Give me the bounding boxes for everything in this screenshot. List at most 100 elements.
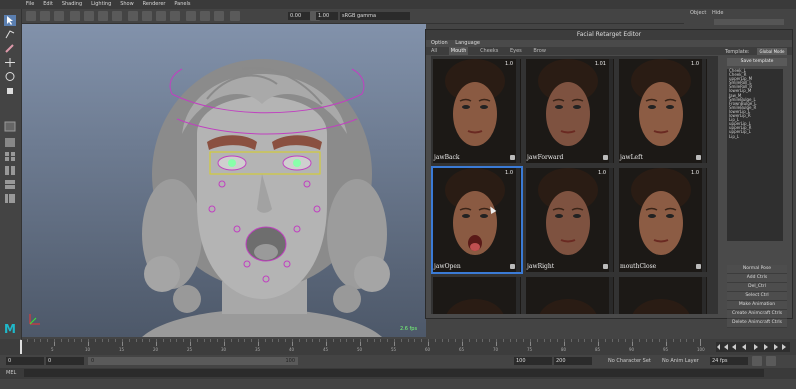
cell-scrollbar[interactable] bbox=[516, 59, 520, 163]
tab-cheeks[interactable]: Cheeks bbox=[480, 47, 498, 55]
max-time-field[interactable]: 200 bbox=[554, 357, 592, 365]
fps-select[interactable]: 24 fps bbox=[710, 357, 748, 365]
tab-mouth[interactable]: Mouth bbox=[448, 47, 469, 55]
add-ctrls-button[interactable]: Add Ctrls bbox=[727, 274, 787, 283]
menu-option[interactable]: Option bbox=[431, 40, 448, 46]
shape-cell[interactable]: 1.0 jawBack bbox=[433, 59, 521, 163]
apple-icon[interactable] bbox=[696, 264, 701, 269]
bookmark-icon[interactable] bbox=[54, 11, 64, 21]
apple-icon[interactable] bbox=[603, 264, 608, 269]
exposure-icon[interactable] bbox=[230, 11, 240, 21]
exposure-field[interactable]: 0.00 bbox=[288, 12, 310, 20]
character-set-select[interactable]: No Character Set bbox=[608, 358, 651, 364]
ambient-occlusion-icon[interactable] bbox=[142, 11, 152, 21]
smooth-shade-icon[interactable] bbox=[84, 11, 94, 21]
shape-cell[interactable]: 1.0 jawLeft bbox=[619, 59, 707, 163]
rotate-tool-icon[interactable] bbox=[4, 71, 16, 82]
playback-controls[interactable] bbox=[716, 342, 790, 352]
apple-icon[interactable] bbox=[510, 155, 515, 160]
timeline-minor-tick bbox=[632, 339, 633, 342]
move-tool-icon[interactable] bbox=[4, 57, 16, 68]
del-ctrl-button[interactable]: Del_Ctrl bbox=[727, 283, 787, 292]
delete-animcraft-ctrls-button[interactable]: Delete Animcraft Ctrls bbox=[727, 319, 787, 328]
template-select[interactable]: Global Mode bbox=[757, 48, 787, 55]
xray-joints-icon[interactable] bbox=[214, 11, 224, 21]
shadows-icon[interactable] bbox=[128, 11, 138, 21]
color-space-select[interactable]: sRGB gamma bbox=[340, 12, 410, 20]
lights-icon[interactable] bbox=[112, 11, 122, 21]
menu-language[interactable]: Language bbox=[455, 40, 480, 46]
select-ctrl-button[interactable]: Select Ctrl bbox=[727, 292, 787, 301]
four-view-icon[interactable] bbox=[4, 151, 16, 162]
menu-show[interactable]: Show bbox=[120, 0, 134, 9]
wireframe-icon[interactable] bbox=[70, 11, 80, 21]
camera-icon[interactable] bbox=[26, 11, 36, 21]
menu-shading[interactable]: Shading bbox=[62, 0, 82, 9]
textured-icon[interactable] bbox=[98, 11, 108, 21]
timeline-minor-tick bbox=[516, 339, 518, 342]
create-animcraft-ctrls-button[interactable]: Create Animcraft Ctrls bbox=[727, 310, 787, 319]
tab-object[interactable]: Object bbox=[690, 10, 706, 16]
shape-cell[interactable] bbox=[433, 277, 521, 314]
shape-cell[interactable] bbox=[526, 277, 614, 314]
start-time-field[interactable]: 0 bbox=[6, 357, 44, 365]
shape-cell[interactable]: 1.0 jawRight bbox=[526, 168, 614, 272]
shape-cell[interactable]: 1.01 jawForward bbox=[526, 59, 614, 163]
cell-scrollbar[interactable] bbox=[702, 277, 706, 314]
xray-icon[interactable] bbox=[200, 11, 210, 21]
outliner-icon[interactable] bbox=[4, 193, 16, 204]
last-tool-icon[interactable] bbox=[4, 121, 16, 132]
cell-scrollbar[interactable] bbox=[702, 168, 706, 272]
menu-file[interactable]: File bbox=[26, 0, 34, 9]
key-icon[interactable] bbox=[752, 356, 762, 366]
shape-cell[interactable] bbox=[619, 277, 707, 314]
scale-tool-icon[interactable] bbox=[4, 85, 16, 96]
motion-blur-icon[interactable] bbox=[156, 11, 166, 21]
select-tool-icon[interactable] bbox=[4, 15, 16, 26]
facial-retarget-editor: Facial Retarget Editor Option Language A… bbox=[425, 29, 793, 328]
shape-list-item[interactable]: Lip_L bbox=[727, 134, 783, 139]
cell-scrollbar[interactable] bbox=[516, 168, 520, 272]
menu-edit[interactable]: Edit bbox=[43, 0, 53, 9]
side-by-side-icon[interactable] bbox=[4, 165, 16, 176]
tab-brow[interactable]: Brow bbox=[533, 47, 546, 55]
apple-icon[interactable] bbox=[603, 155, 608, 160]
make-animation-button[interactable]: Make Animation bbox=[727, 301, 787, 310]
cell-scrollbar[interactable] bbox=[609, 59, 613, 163]
isolate-icon[interactable] bbox=[186, 11, 196, 21]
save-template-button[interactable]: Save template bbox=[727, 58, 787, 66]
cell-scrollbar[interactable] bbox=[609, 168, 613, 272]
tab-all[interactable]: All bbox=[431, 47, 437, 55]
cell-scrollbar[interactable] bbox=[516, 277, 520, 314]
menu-panels[interactable]: Panels bbox=[174, 0, 190, 9]
current-time-marker[interactable] bbox=[20, 340, 22, 354]
timeline-minor-tick bbox=[251, 339, 253, 342]
persp-graph-icon[interactable] bbox=[4, 179, 16, 190]
shape-cell[interactable]: 1.0 jawOpen bbox=[431, 166, 523, 274]
shape-cell[interactable]: 1.0 mouthClose bbox=[619, 168, 707, 272]
current-start-field[interactable]: 0 bbox=[46, 357, 84, 365]
normal-pose-button[interactable]: Normal Pose bbox=[727, 265, 787, 274]
time-slider[interactable]: 5 10 15 20 25 30 35 40 45 50 55 60 65 70 75 80 85 90 95 100 bbox=[0, 339, 796, 355]
range-slider[interactable]: 0 100 bbox=[88, 357, 298, 365]
tab-eyes[interactable]: Eyes bbox=[510, 47, 522, 55]
cell-scrollbar[interactable] bbox=[702, 59, 706, 163]
gamma-field[interactable]: 1.00 bbox=[316, 12, 338, 20]
anim-layer-select[interactable]: No Anim Layer bbox=[662, 358, 699, 364]
cell-scrollbar[interactable] bbox=[609, 277, 613, 314]
apple-icon[interactable] bbox=[696, 155, 701, 160]
apple-icon[interactable] bbox=[510, 264, 515, 269]
grid-icon[interactable] bbox=[40, 11, 50, 21]
lasso-tool-icon[interactable] bbox=[4, 29, 16, 40]
menu-lighting[interactable]: Lighting bbox=[91, 0, 111, 9]
menu-renderer[interactable]: Renderer bbox=[143, 0, 166, 9]
paint-select-icon[interactable] bbox=[4, 43, 16, 54]
tab-hide[interactable]: Hide bbox=[712, 10, 723, 16]
antialias-icon[interactable] bbox=[170, 11, 180, 21]
auto-key-icon[interactable] bbox=[766, 356, 776, 366]
viewport-3d[interactable]: 2.6 fps bbox=[22, 24, 426, 337]
shape-list[interactable]: Cheek_L Cheek_R upperLip_M SmileRoll_L Smile… bbox=[727, 68, 783, 241]
single-view-icon[interactable] bbox=[4, 137, 16, 148]
command-input[interactable] bbox=[24, 369, 764, 377]
end-time-field[interactable]: 100 bbox=[514, 357, 552, 365]
